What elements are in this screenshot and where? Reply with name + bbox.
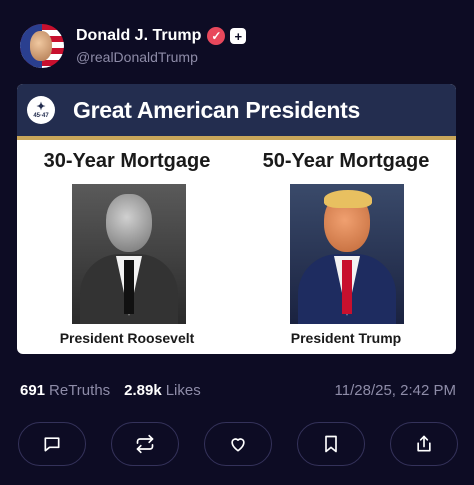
reply-icon — [44, 437, 60, 452]
left-caption: President Roosevelt — [59, 330, 195, 346]
bookmark-button[interactable] — [297, 422, 365, 466]
right-panel: 50-Year Mortgage President Trump — [236, 150, 456, 346]
left-heading: 30-Year Mortgage — [43, 150, 211, 172]
post-stats: 691 ReTruths 2.89k Likes 11/28/25, 2:42 … — [20, 382, 456, 399]
retruths-count[interactable]: 691 — [20, 382, 45, 399]
portrait-tie — [124, 260, 134, 314]
bookmark-icon — [325, 435, 337, 453]
presidential-seal-icon: ✦ 45·47 — [27, 96, 55, 124]
retruths-label[interactable]: ReTruths — [49, 382, 110, 399]
user-info: Donald J. Trump ✓ + @realDonaldTrump — [76, 27, 247, 65]
portrait-tie — [342, 260, 352, 314]
avatar-face — [30, 31, 52, 61]
likes-label[interactable]: Likes — [166, 382, 201, 399]
seal-text: 45·47 — [33, 112, 49, 119]
display-name[interactable]: Donald J. Trump — [76, 27, 201, 45]
action-bar — [18, 422, 458, 466]
roosevelt-portrait — [72, 184, 186, 324]
portrait-hair — [324, 190, 372, 208]
post-header: Donald J. Trump ✓ + @realDonaldTrump — [20, 22, 247, 70]
reply-button[interactable] — [18, 422, 86, 466]
right-caption: President Trump — [290, 330, 402, 346]
post-image[interactable]: ✦ 45·47 Great American Presidents 30-Yea… — [17, 84, 456, 354]
avatar[interactable] — [20, 24, 64, 68]
right-heading: 50-Year Mortgage — [262, 150, 430, 172]
image-banner: ✦ 45·47 Great American Presidents — [17, 84, 456, 140]
like-button[interactable] — [204, 422, 272, 466]
likes-count[interactable]: 2.89k — [124, 382, 162, 399]
trump-portrait — [290, 184, 404, 324]
banner-title: Great American Presidents — [73, 96, 360, 123]
share-button[interactable] — [390, 422, 458, 466]
user-handle[interactable]: @realDonaldTrump — [76, 49, 246, 65]
plus-badge-icon: + — [230, 28, 247, 44]
name-row: Donald J. Trump ✓ + — [76, 27, 247, 45]
post-timestamp: 11/28/25, 2:42 PM — [334, 382, 456, 399]
like-icon — [231, 438, 245, 452]
eagle-icon: ✦ — [36, 100, 46, 113]
left-panel: 30-Year Mortgage President Roosevelt — [17, 150, 237, 346]
verified-badge-icon: ✓ — [207, 27, 226, 45]
retruth-button[interactable] — [111, 422, 179, 466]
retruth-icon — [136, 434, 154, 454]
share-icon — [417, 435, 431, 452]
portrait-head — [106, 194, 152, 252]
